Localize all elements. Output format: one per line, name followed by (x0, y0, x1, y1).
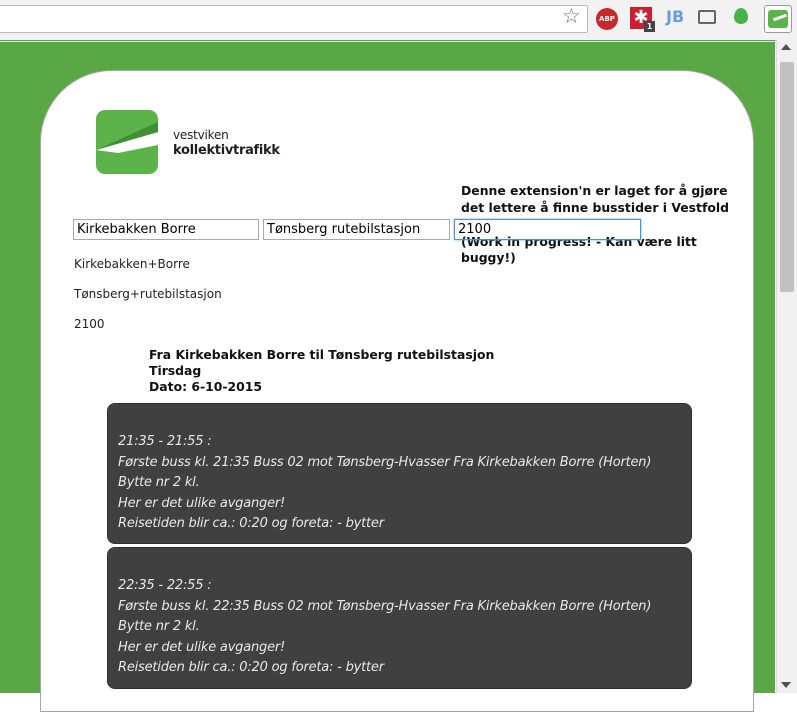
departure-duration: Reisetiden blir ca.: 0:20 og foreta: - b… (118, 516, 384, 531)
echo-to: Tønsberg+rutebilstasjon (74, 287, 222, 301)
extension-notice: Denne extension'n er laget for å gjøre d… (461, 183, 729, 215)
route-title: Fra Kirkebakken Borre til Tønsberg ruteb… (149, 347, 495, 362)
date: Dato: 6-10-2015 (149, 379, 262, 394)
departure-note: Her er det ulike avganger! (118, 639, 286, 655)
popup-scrollbar[interactable] (776, 40, 797, 693)
departure-change: Bytte nr 2 kl. (118, 475, 200, 490)
departure-card: 21:35 - 21:55 : Første buss kl. 21:35 Bu… (107, 403, 692, 544)
lastpass-icon[interactable]: ✱ 1 (630, 7, 655, 32)
adblock-plus-icon[interactable]: ABP (596, 8, 618, 30)
departure-change: Bytte nr 2 kl. (118, 619, 200, 634)
to-stop-input[interactable] (263, 219, 450, 240)
time-input[interactable] (454, 219, 641, 240)
page-divider (0, 41, 775, 42)
vestviken-logo-icon (96, 110, 158, 174)
bookmark-star-icon[interactable]: ☆ (562, 6, 581, 27)
weekday: Tirsdag (149, 363, 202, 378)
departure-note: Her er det ulike avganger! (118, 495, 286, 511)
jetbrains-icon[interactable]: JB (666, 9, 684, 25)
lastpass-badge: 1 (644, 21, 655, 32)
cast-icon[interactable] (698, 10, 716, 24)
address-bar[interactable] (0, 5, 588, 33)
departure-line: Første buss kl. 21:35 Buss 02 mot Tønsbe… (118, 454, 652, 470)
scroll-up-arrow-icon[interactable] (781, 44, 791, 50)
browser-toolbar: ☆ ABP ✱ 1 JB (0, 0, 797, 41)
departure-time: 21:35 - 21:55 : (118, 434, 212, 449)
departure-line: Første buss kl. 22:35 Buss 02 mot Tønsbe… (118, 598, 652, 614)
logo-wordmark: vestviken kollektivtrafikk (173, 128, 280, 158)
scroll-thumb[interactable] (780, 62, 794, 292)
vestviken-extension-icon[interactable] (764, 5, 792, 33)
location-pin-icon[interactable] (734, 8, 748, 24)
from-stop-input[interactable] (73, 219, 259, 240)
echo-from: Kirkebakken+Borre (74, 257, 190, 271)
departure-card: 22:35 - 22:55 : Første buss kl. 22:35 Bu… (107, 547, 692, 689)
departure-time: 22:35 - 22:55 : (118, 578, 212, 593)
logo-line-1: vestviken (173, 128, 229, 142)
result-header: Fra Kirkebakken Borre til Tønsberg ruteb… (149, 347, 494, 395)
scroll-down-arrow-icon[interactable] (781, 682, 791, 688)
departure-duration: Reisetiden blir ca.: 0:20 og foreta: - b… (118, 660, 384, 675)
echo-time: 2100 (74, 317, 105, 331)
logo-line-2: kollektivtrafikk (173, 143, 280, 158)
